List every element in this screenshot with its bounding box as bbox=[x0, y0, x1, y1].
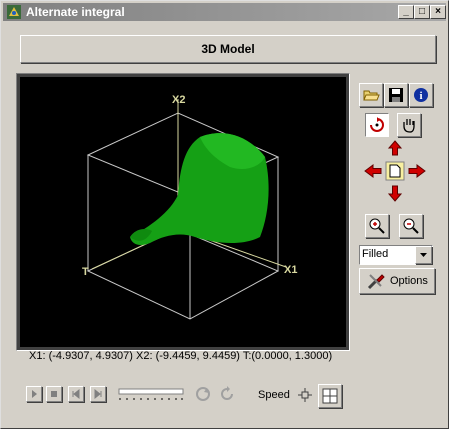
axis-label-x1: X1 bbox=[284, 264, 297, 276]
axis-label-x2: X2 bbox=[172, 94, 185, 106]
3d-scene: X2 X1 T bbox=[82, 94, 297, 320]
loop-button[interactable] bbox=[192, 383, 214, 405]
svg-text:i: i bbox=[419, 90, 422, 102]
animation-slider[interactable] bbox=[118, 388, 184, 402]
maximize-button[interactable]: □ bbox=[414, 5, 430, 19]
close-button[interactable]: × bbox=[430, 5, 446, 19]
rotate-icon bbox=[370, 117, 384, 132]
app-window: Alternate integral _ □ × 3D Model X2 X1 … bbox=[0, 0, 449, 429]
title-bar[interactable]: Alternate integral _ □ × bbox=[3, 3, 446, 21]
speed-slider-icon bbox=[298, 388, 312, 402]
move-right-button[interactable] bbox=[407, 162, 427, 180]
folder-open-icon bbox=[363, 90, 380, 101]
zoom-in-icon bbox=[369, 218, 385, 234]
viewport-frame: X2 X1 T bbox=[16, 73, 350, 351]
open-file-button[interactable] bbox=[359, 83, 383, 107]
save-icon bbox=[389, 88, 403, 102]
pan-tool-button[interactable] bbox=[397, 113, 421, 137]
info-button[interactable]: i bbox=[409, 83, 433, 107]
3d-viewport[interactable]: X2 X1 T bbox=[20, 77, 346, 347]
move-up-button[interactable] bbox=[386, 139, 404, 157]
play-button[interactable] bbox=[26, 386, 42, 402]
hand-icon bbox=[403, 119, 415, 133]
step-forward-icon bbox=[94, 388, 102, 400]
render-mode-select[interactable]: Filled bbox=[359, 245, 433, 265]
model-title-button[interactable]: 3D Model bbox=[20, 35, 436, 63]
options-label: Options bbox=[390, 275, 428, 287]
tools-icon bbox=[367, 274, 385, 290]
move-left-button[interactable] bbox=[363, 162, 383, 180]
render-mode-value: Filled bbox=[362, 248, 389, 260]
step-back-button[interactable] bbox=[68, 386, 84, 402]
reset-view-button[interactable] bbox=[385, 161, 405, 181]
stop-button[interactable] bbox=[46, 386, 62, 402]
chevron-down-icon[interactable] bbox=[415, 246, 432, 264]
animation-toolbar: Speed bbox=[18, 378, 342, 412]
rotate-tool-button[interactable] bbox=[365, 113, 389, 137]
range-status-text: X1: (-4.9307, 4.9307) X2: (-9.4459, 9.44… bbox=[29, 350, 333, 362]
zoom-in-button[interactable] bbox=[365, 214, 389, 238]
zoom-out-icon bbox=[403, 218, 419, 234]
loop-icon bbox=[196, 387, 210, 401]
speed-control[interactable] bbox=[296, 386, 314, 404]
minimize-button[interactable]: _ bbox=[398, 5, 414, 19]
zoom-out-button[interactable] bbox=[399, 214, 423, 238]
options-button[interactable]: Options bbox=[359, 268, 435, 294]
window-title: Alternate integral bbox=[26, 5, 125, 19]
reverse-icon bbox=[221, 386, 233, 400]
stop-icon bbox=[51, 391, 57, 397]
reverse-button[interactable] bbox=[216, 383, 238, 405]
speed-label: Speed bbox=[258, 389, 290, 401]
move-down-button[interactable] bbox=[386, 183, 404, 202]
step-forward-button[interactable] bbox=[90, 386, 106, 402]
grid-settings-icon bbox=[322, 388, 338, 404]
axis-label-t: T bbox=[82, 266, 89, 278]
save-button[interactable] bbox=[384, 83, 408, 107]
info-icon: i bbox=[414, 88, 428, 102]
navigation-pad bbox=[359, 139, 431, 203]
play-icon bbox=[32, 390, 37, 398]
surface-model bbox=[130, 133, 269, 245]
app-icon bbox=[7, 5, 21, 19]
step-back-icon bbox=[72, 388, 80, 400]
settings-panel-button[interactable] bbox=[318, 384, 342, 408]
